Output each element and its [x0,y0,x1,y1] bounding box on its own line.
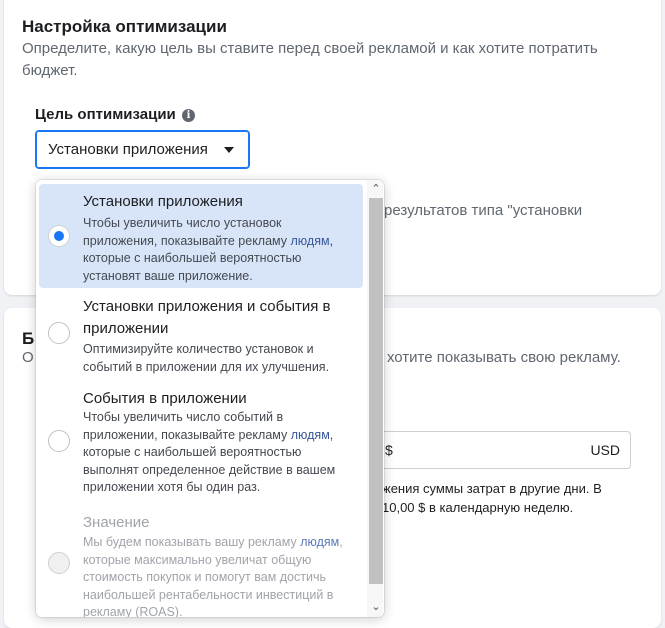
goal-hint-text: результатов типа "установки [384,202,583,219]
goal-select[interactable]: Установки приложения [35,130,250,169]
option-app-installs-and-events[interactable]: Установки приложения и события в приложе… [39,292,363,384]
budget-desc-right: ы хотите показывать свою рекламу. [372,349,621,366]
scrollbar-thumb[interactable] [369,198,383,584]
optimization-title: Настройка оптимизации [22,17,227,36]
budget-title: Б [22,329,35,348]
scroll-up-arrow-icon[interactable]: ⌃ [370,183,382,195]
caret-down-icon [224,147,234,153]
option-description: Оптимизируйте количество установок и соб… [83,342,330,374]
scroll-down-arrow-icon[interactable]: ⌄ [370,601,382,613]
budget-note-line2: 10,00 $ в календарную неделю. [382,500,574,515]
option-app-installs[interactable]: Установки приложения Чтобы увеличить чис… [39,184,363,288]
option-description: Чтобы увеличить число событий в приложен… [83,410,336,494]
radio-unselected[interactable] [48,322,70,344]
dropdown-scrollbar[interactable]: ⌃ ⌄ [367,180,383,617]
option-title: Значение [83,514,150,531]
budget-note-line1: жения суммы затрат в другие дни. В [382,481,602,496]
people-link[interactable]: людям [291,428,330,442]
option-title: Установки приложения и события в приложе… [83,298,331,337]
people-link[interactable]: людям [291,234,330,248]
option-title: Установки приложения [83,193,243,210]
currency-symbol: $ [385,442,393,458]
goal-select-value: Установки приложения [48,141,208,158]
option-description: Мы будем показывать вашу рекламу людям, … [83,535,343,617]
radio-unselected[interactable] [48,430,70,452]
currency-unit: USD [590,442,620,458]
option-description: Чтобы увеличить число установок приложен… [83,216,334,283]
goal-label: Цель оптимизации [35,106,176,123]
budget-amount-input[interactable]: $ USD [354,431,631,469]
option-title: События в приложении [83,390,247,407]
option-value: Значение Мы будем показывать вашу реклам… [39,510,363,617]
option-app-events[interactable]: События в приложении Чтобы увеличить чис… [39,386,363,504]
people-link: людям [300,535,340,549]
radio-selected[interactable] [48,225,70,247]
info-icon[interactable]: i [182,109,195,122]
optimization-goal-dropdown[interactable]: Установки приложения Чтобы увеличить чис… [36,180,384,617]
optimization-description: Определите, какую цель вы ставите перед … [22,40,598,79]
radio-disabled [48,552,70,574]
budget-desc-left: О [22,349,34,366]
